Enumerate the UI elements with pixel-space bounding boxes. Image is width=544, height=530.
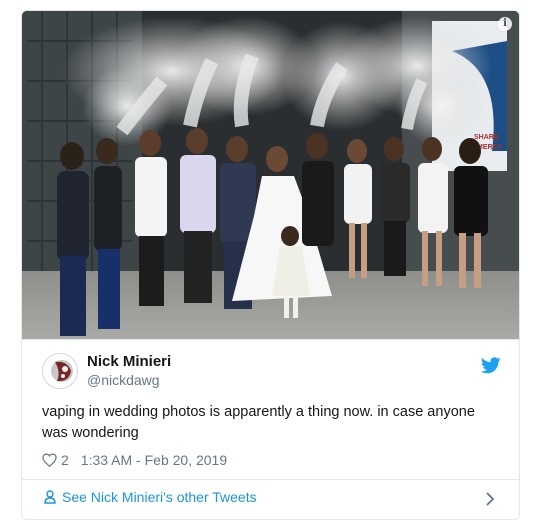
embedded-tweet-card[interactable]: SHARE MERCY i Nick Minieri @nickdawg vap… <box>21 10 520 520</box>
avatar-image <box>43 354 77 388</box>
footer-divider <box>22 479 519 480</box>
tweet-meta: 2 1:33 AM - Feb 20, 2019 <box>42 452 227 468</box>
like-count[interactable]: 2 <box>61 452 69 468</box>
author-name[interactable]: Nick Minieri <box>87 353 171 371</box>
person-icon <box>44 490 56 504</box>
photo-divider <box>22 339 519 340</box>
info-icon[interactable]: i <box>498 17 512 31</box>
author-handle[interactable]: @nickdawg <box>87 371 171 389</box>
twitter-bird-icon[interactable] <box>481 357 501 374</box>
sign-text-share: SHARE <box>474 134 499 141</box>
heart-icon[interactable] <box>42 453 57 467</box>
tweet-text: vaping in wedding photos is apparently a… <box>42 404 475 441</box>
avatar[interactable] <box>42 353 78 389</box>
wedding-photo-illustration: SHARE MERCY <box>22 11 519 339</box>
see-other-tweets-label[interactable]: See Nick Minieri's other Tweets <box>62 489 257 505</box>
tweet-author[interactable]: Nick Minieri @nickdawg <box>42 353 171 389</box>
chevron-right-icon[interactable] <box>485 492 495 506</box>
tweet-photo[interactable]: SHARE MERCY i <box>22 11 519 339</box>
see-other-tweets-link[interactable]: See Nick Minieri's other Tweets <box>44 489 257 505</box>
tweet-timestamp[interactable]: 1:33 AM - Feb 20, 2019 <box>81 452 227 468</box>
